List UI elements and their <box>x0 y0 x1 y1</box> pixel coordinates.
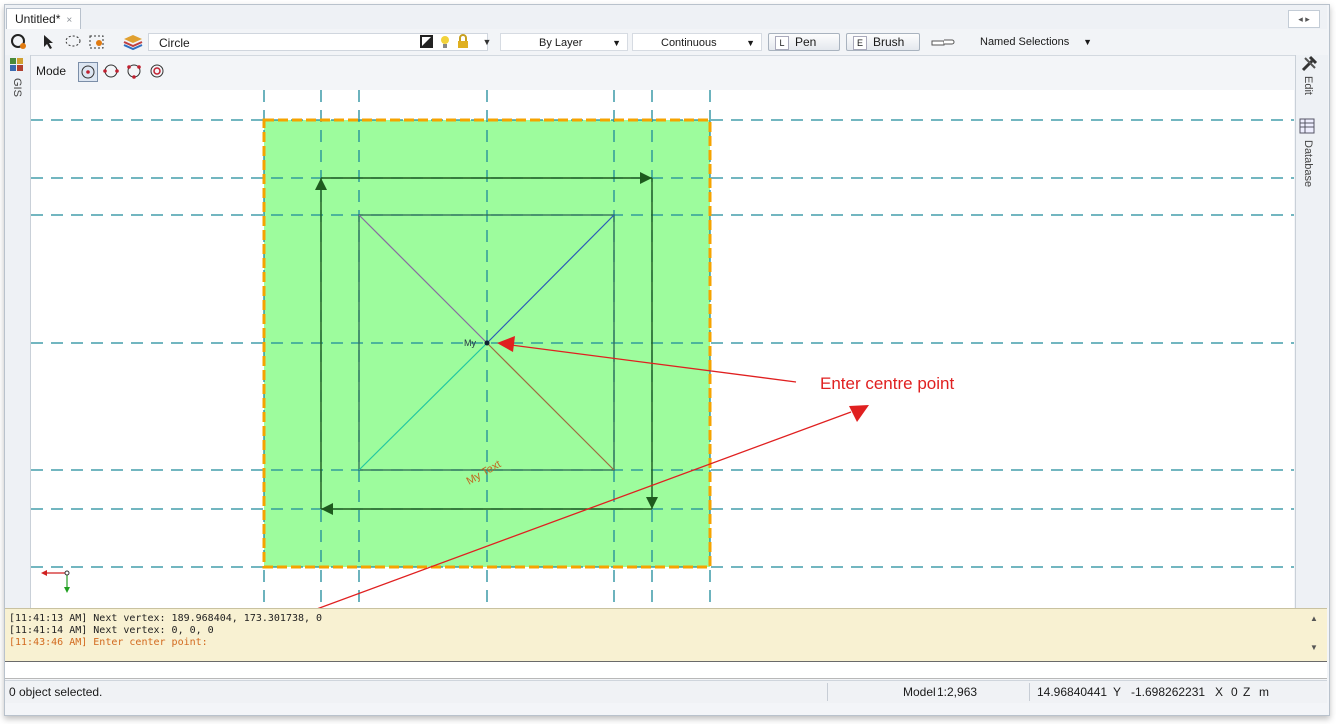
named-selections-combo[interactable]: Named Selections ▼ <box>972 33 1094 51</box>
coordinate-y-value: 14.96840441 <box>1037 685 1108 699</box>
circle-two-point-mode-button[interactable] <box>101 62 121 82</box>
circle-three-point-mode-button[interactable] <box>124 62 144 82</box>
log-line: [11:41:14 AM] Next vertex: 0, 0, 0 <box>9 625 214 636</box>
pointer-select-icon[interactable] <box>40 33 58 51</box>
tools-icon[interactable] <box>1300 55 1318 76</box>
chevron-down-icon: ▼ <box>746 38 755 48</box>
edit-panel-tab[interactable]: Edit <box>1302 76 1314 95</box>
pen-shortcut-key: L <box>775 35 789 50</box>
coordinate-y-label: Y <box>1113 685 1122 699</box>
close-icon[interactable]: × <box>66 15 72 26</box>
coordinate-x-label: X <box>1215 685 1224 699</box>
right-side-panel <box>1295 55 1328 608</box>
document-tab[interactable]: Untitled* × <box>6 8 82 29</box>
status-divider <box>1029 683 1030 701</box>
window-select-icon[interactable] <box>88 33 106 51</box>
center-point-label: My <box>464 338 476 348</box>
space-indicator[interactable]: Model <box>903 681 936 703</box>
document-tab-title: Untitled* <box>15 12 61 26</box>
scroll-up-icon[interactable]: ▲ <box>1305 614 1323 623</box>
mode-label: Mode <box>36 64 67 78</box>
status-bar: 0 object selected. Model 1:2,963 14.9684… <box>5 680 1327 703</box>
drawing-canvas[interactable]: My My Text Enter centre point <box>31 90 1294 608</box>
lasso-select-icon[interactable] <box>64 33 82 51</box>
brush-shortcut-key: E <box>853 35 867 50</box>
circle-center-radius-mode-button[interactable] <box>78 62 98 82</box>
chevron-down-icon: ▼ <box>1083 37 1092 47</box>
command-history-log: [11:41:13 AM] Next vertex: 189.968404, 1… <box>5 608 1327 661</box>
coordinate-z-value: 0 <box>1231 685 1238 699</box>
unit-indicator: m <box>1259 685 1269 699</box>
document-tab-strip <box>5 5 1327 30</box>
brush-button[interactable]: E Brush <box>846 33 920 51</box>
scale-indicator[interactable]: 1:2,963 <box>937 681 977 703</box>
layers-icon[interactable] <box>122 33 143 51</box>
pointing-hand-icon[interactable] <box>930 33 956 51</box>
arrowhead-icon <box>849 405 869 422</box>
scroll-down-icon[interactable]: ▼ <box>1305 643 1323 652</box>
command-input[interactable] <box>5 661 1327 679</box>
annotation-text: Enter centre point <box>820 374 954 393</box>
color-combo[interactable]: By Layer ▼ <box>500 33 628 51</box>
database-icon[interactable] <box>1299 118 1315 137</box>
coordinate-z-label: Z <box>1243 685 1251 699</box>
log-line-current-prompt: [11:43:46 AM] Enter center point: <box>9 637 208 648</box>
lightbulb-icon[interactable] <box>436 33 454 51</box>
color-combo-value: By Layer <box>539 37 583 49</box>
gis-panel-tab[interactable]: GIS <box>11 78 23 97</box>
center-point-marker[interactable] <box>484 340 490 346</box>
named-selections-label: Named Selections <box>980 36 1070 48</box>
layer-visibility-icon[interactable] <box>418 33 436 51</box>
pen-button-label: Pen <box>795 35 817 49</box>
tab-scroll-arrows[interactable]: ◂ ▸ <box>1288 10 1320 28</box>
snap-icon[interactable] <box>10 33 28 51</box>
ucs-axis-icon <box>41 570 70 593</box>
database-panel-tab[interactable]: Database <box>1302 140 1314 187</box>
lock-icon[interactable] <box>454 33 472 51</box>
linetype-combo[interactable]: Continuous ▼ <box>632 33 762 51</box>
log-scrollbar[interactable]: ▲ ▼ <box>1305 612 1323 658</box>
coordinate-x-value: -1.698262231 <box>1131 685 1206 699</box>
log-line: [11:41:13 AM] Next vertex: 189.968404, 1… <box>9 613 323 624</box>
chevron-down-icon: ▼ <box>612 38 621 48</box>
gis-panel-icon[interactable] <box>9 57 25 76</box>
chevron-down-icon[interactable]: ▼ <box>478 33 496 51</box>
status-divider <box>827 683 828 701</box>
brush-button-label: Brush <box>873 35 905 49</box>
concentric-circle-mode-button[interactable] <box>147 62 167 82</box>
selection-status: 0 object selected. <box>9 685 103 699</box>
pen-button[interactable]: L Pen <box>768 33 840 51</box>
left-side-panel <box>5 55 31 608</box>
linetype-combo-value: Continuous <box>661 37 717 49</box>
